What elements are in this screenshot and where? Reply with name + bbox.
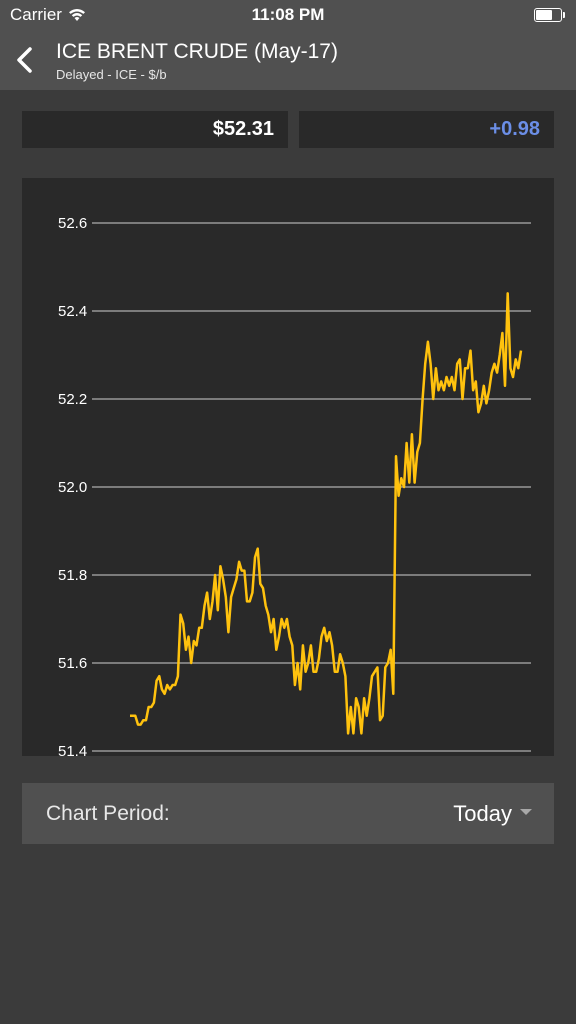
chart-period-select[interactable]: Today (453, 799, 532, 829)
wifi-icon (68, 9, 85, 21)
chart-svg: 52.6 52.4 52.2 52.0 51.8 51.6 51.4 (58, 215, 531, 756)
page-title: ICE BRENT CRUDE (May-17) (56, 40, 338, 63)
page-subtitle: Delayed - ICE - $/b (56, 67, 167, 82)
price-box: $52.31 (22, 111, 288, 148)
back-button[interactable] (6, 40, 42, 80)
y-tick-label: 52.2 (58, 391, 87, 408)
y-tick-label: 51.4 (58, 743, 87, 756)
price-value: $52.31 (212, 118, 274, 140)
chart-period-label: Chart Period: (46, 802, 170, 825)
y-tick-label: 51.6 (58, 655, 87, 672)
carrier-label: Carrier (10, 5, 62, 24)
y-tick-label: 51.8 (58, 567, 87, 584)
nav-bar: ICE BRENT CRUDE (May-17) Delayed - ICE -… (0, 30, 576, 90)
carrier-info: Carrier (10, 5, 86, 25)
chart-period-value: Today (453, 801, 512, 826)
y-tick-label: 52.6 (58, 215, 87, 232)
y-tick-label: 52.0 (58, 479, 87, 496)
status-time: 11:08 PM (251, 5, 325, 24)
chevron-left-icon (17, 47, 32, 73)
price-chart: 52.6 52.4 52.2 52.0 51.8 51.6 51.4 (22, 178, 554, 756)
status-bar: Carrier 11:08 PM (0, 0, 576, 30)
change-value: +0.98 (489, 118, 540, 140)
price-series-line (130, 292, 523, 735)
caret-down-icon (520, 809, 532, 815)
battery-icon (534, 8, 565, 22)
y-tick-label: 52.4 (58, 303, 87, 320)
change-box: +0.98 (299, 111, 554, 148)
chart-period-bar: Chart Period: Today (22, 783, 554, 844)
